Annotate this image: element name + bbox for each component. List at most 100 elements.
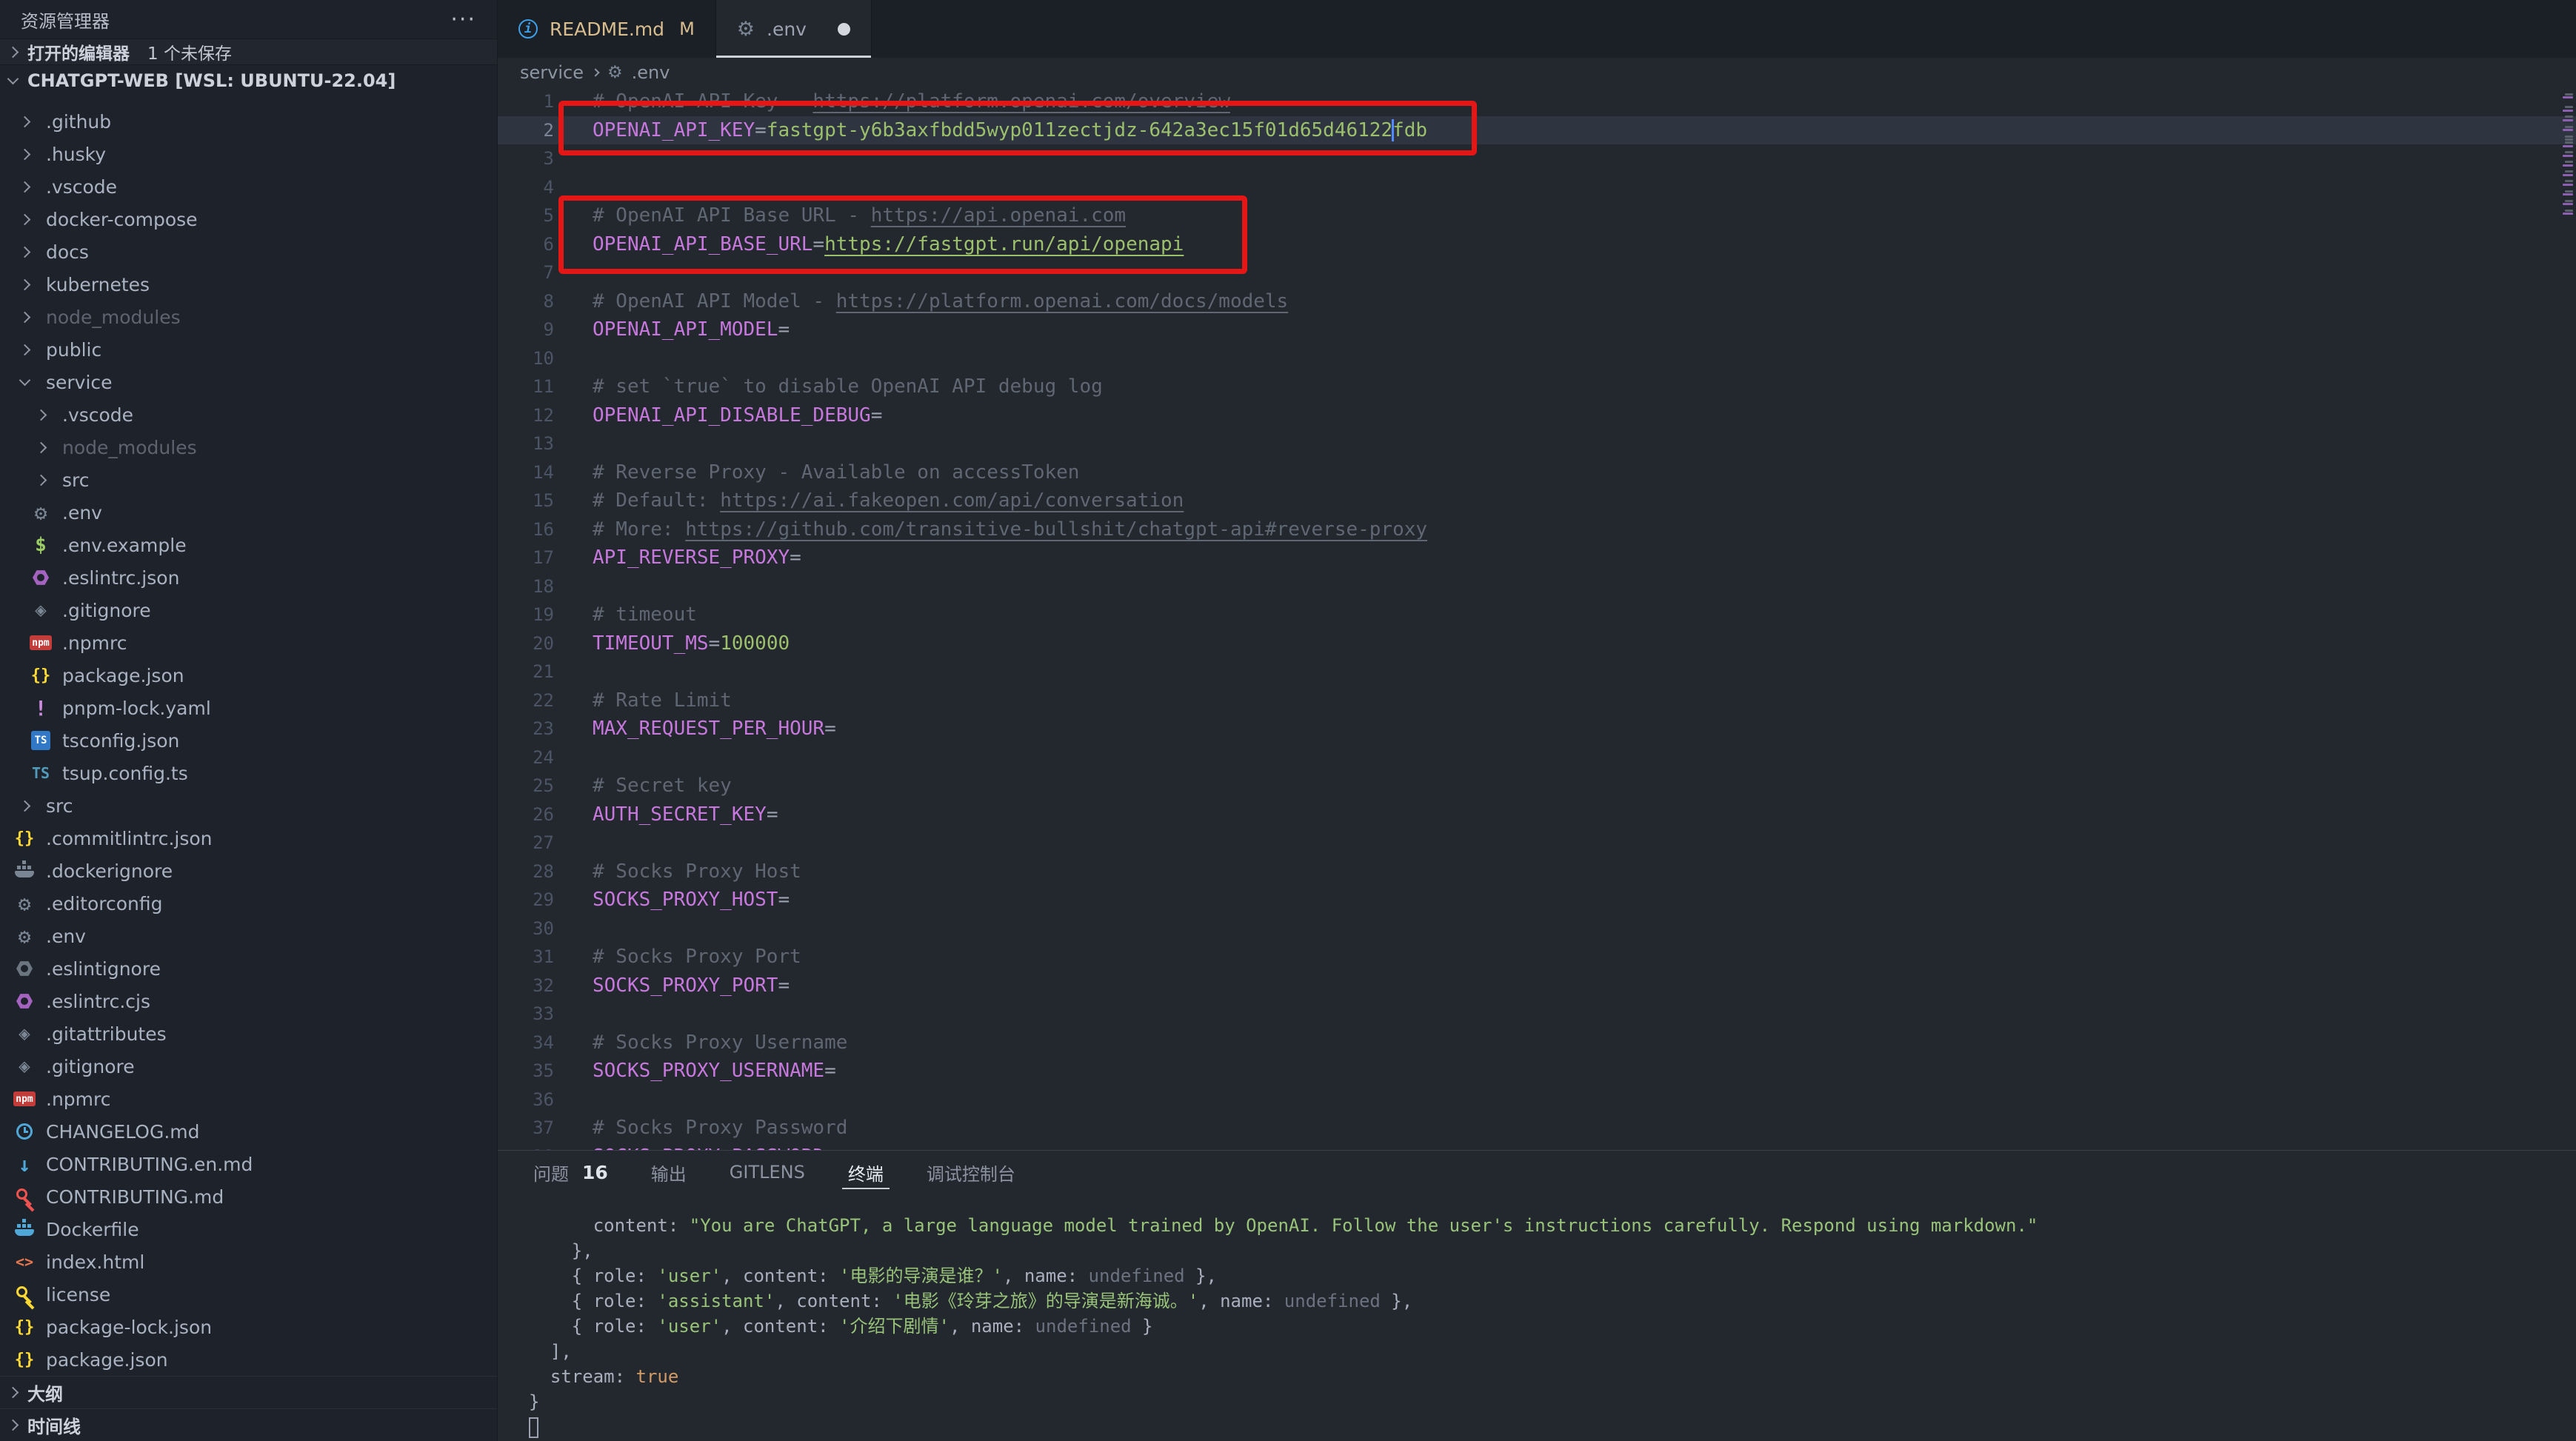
tree-item-CONTRIBUTING.md[interactable]: CONTRIBUTING.md [0,1180,497,1213]
tree-item-Dockerfile[interactable]: Dockerfile [0,1213,497,1246]
tree-item-public[interactable]: public [0,333,497,366]
project-section-header[interactable]: CHATGPT-WEB [WSL: UBUNTU-22.04] [0,65,497,96]
tree-item-docker-compose[interactable]: docker-compose [0,203,497,235]
unsaved-dot-icon[interactable] [838,23,850,36]
breadcrumb-folder[interactable]: service [520,62,584,83]
tree-item-license[interactable]: license [0,1278,497,1311]
tree-item-marker [13,960,36,977]
tree-item-.npmrc[interactable]: .npmrc [0,626,497,659]
editor-line-7[interactable]: 7 [498,258,2576,287]
editor-line-2[interactable]: 2OPENAI_API_KEY=fastgpt-y6b3axfbdd5wyp01… [498,116,2576,145]
tree-item-tsup.config.ts[interactable]: tsup.config.ts [0,757,497,789]
tree-item-service[interactable]: service [0,366,497,398]
editor-line-10[interactable]: 10 [498,344,2576,373]
panel-tab-终端[interactable]: 终端 [848,1151,884,1194]
tree-item-.npmrc[interactable]: .npmrc [0,1083,497,1115]
editor-line-19[interactable]: 19# timeout [498,601,2576,629]
editor-line-14[interactable]: 14# Reverse Proxy - Available on accessT… [498,458,2576,487]
minimap[interactable] [2563,87,2576,1150]
tree-item-.editorconfig[interactable]: .editorconfig [0,887,497,920]
tree-item-src[interactable]: src [0,464,497,496]
tree-item-.eslintignore[interactable]: .eslintignore [0,952,497,985]
code-text [554,572,593,601]
editor-line-37[interactable]: 37# Socks Proxy Password [498,1114,2576,1143]
tree-item-marker [30,444,52,452]
sidebar-section-大纲[interactable]: 大纲 [0,1376,497,1408]
editor-line-26[interactable]: 26AUTH_SECRET_KEY= [498,800,2576,829]
tree-item-src[interactable]: src [0,789,497,822]
editor-line-5[interactable]: 5# OpenAI API Base URL - https://api.ope… [498,201,2576,230]
tree-item-.env[interactable]: .env [0,920,497,952]
tree-item-CONTRIBUTING.en.md[interactable]: CONTRIBUTING.en.md [0,1148,497,1180]
more-actions-icon[interactable]: ··· [450,7,476,33]
tree-item-package-lock.json[interactable]: package-lock.json [0,1311,497,1343]
editor-line-27[interactable]: 27 [498,829,2576,857]
editor-line-38[interactable]: 38SOCKS_PROXY_PASSWORD= [498,1143,2576,1151]
tree-item-.husky[interactable]: .husky [0,138,497,170]
tree-item-docs[interactable]: docs [0,235,497,268]
tree-item-.env[interactable]: .env [0,496,497,529]
editor-line-1[interactable]: 1# OpenAI API Key - https://platform.ope… [498,87,2576,116]
tree-item-.dockerignore[interactable]: .dockerignore [0,855,497,887]
editor-line-20[interactable]: 20TIMEOUT_MS=100000 [498,629,2576,658]
tree-item-.env.example[interactable]: .env.example [0,529,497,561]
editor-line-36[interactable]: 36 [498,1086,2576,1114]
editor-line-13[interactable]: 13 [498,429,2576,458]
tree-item-node_modules[interactable]: node_modules [0,431,497,464]
editor-line-25[interactable]: 25# Secret key [498,772,2576,800]
editor-line-18[interactable]: 18 [498,572,2576,601]
editor-line-28[interactable]: 28# Socks Proxy Host [498,857,2576,886]
panel-tab-输出[interactable]: 输出 [651,1151,687,1194]
terminal-output[interactable]: content: "You are ChatGPT, a large langu… [498,1194,2576,1441]
tree-item-tsconfig.json[interactable]: tsconfig.json [0,724,497,757]
editor-line-16[interactable]: 16# More: https://github.com/transitive-… [498,515,2576,544]
editor-line-9[interactable]: 9OPENAI_API_MODEL= [498,315,2576,344]
editor-line-31[interactable]: 31# Socks Proxy Port [498,943,2576,972]
tree-item-.github[interactable]: .github [0,105,497,138]
editor-line-3[interactable]: 3 [498,144,2576,173]
sidebar-section-时间线[interactable]: 时间线 [0,1408,497,1441]
open-editors-section[interactable]: 打开的编辑器 1 个未保存 [0,39,497,65]
tree-item-.eslintrc.json[interactable]: .eslintrc.json [0,561,497,594]
editor-line-30[interactable]: 30 [498,915,2576,943]
editor-line-21[interactable]: 21 [498,658,2576,686]
editor-line-33[interactable]: 33 [498,1000,2576,1029]
tree-item-.vscode[interactable]: .vscode [0,398,497,431]
editor-line-15[interactable]: 15# Default: https://ai.fakeopen.com/api… [498,487,2576,515]
tree-item-.gitignore[interactable]: .gitignore [0,1050,497,1083]
editor-line-23[interactable]: 23MAX_REQUEST_PER_HOUR= [498,715,2576,743]
code-editor[interactable]: 1# OpenAI API Key - https://platform.ope… [498,87,2576,1150]
file-tree: .github.husky.vscodedocker-composedocsku… [0,96,497,1376]
tree-item-.eslintrc.cjs[interactable]: .eslintrc.cjs [0,985,497,1017]
editor-line-29[interactable]: 29SOCKS_PROXY_HOST= [498,886,2576,915]
tree-item-.commitlintrc.json[interactable]: .commitlintrc.json [0,822,497,855]
tab-readme[interactable]: README.md M [498,0,716,58]
editor-line-24[interactable]: 24 [498,743,2576,772]
tree-item-.gitignore[interactable]: .gitignore [0,594,497,626]
editor-line-11[interactable]: 11# set `true` to disable OpenAI API deb… [498,372,2576,401]
tree-item-.gitattributes[interactable]: .gitattributes [0,1017,497,1050]
editor-line-4[interactable]: 4 [498,173,2576,202]
editor-line-8[interactable]: 8# OpenAI API Model - https://platform.o… [498,287,2576,316]
tree-item-node_modules[interactable]: node_modules [0,301,497,333]
panel-tab-GITLENS[interactable]: GITLENS [730,1151,805,1194]
panel-tab-问题[interactable]: 问题16 [533,1151,608,1194]
tree-item-package.json[interactable]: package.json [0,659,497,692]
tree-item-.vscode[interactable]: .vscode [0,170,497,203]
tab-env[interactable]: ⚙ .env [716,0,872,58]
editor-line-12[interactable]: 12OPENAI_API_DISABLE_DEBUG= [498,401,2576,430]
breadcrumb-file[interactable]: .env [632,62,670,83]
tree-item-package.json[interactable]: package.json [0,1343,497,1376]
editor-line-35[interactable]: 35SOCKS_PROXY_USERNAME= [498,1057,2576,1086]
editor-line-32[interactable]: 32SOCKS_PROXY_PORT= [498,972,2576,1000]
code-token: # Rate Limit [593,689,732,712]
tree-item-kubernetes[interactable]: kubernetes [0,268,497,301]
editor-line-22[interactable]: 22# Rate Limit [498,686,2576,715]
editor-line-34[interactable]: 34# Socks Proxy Username [498,1029,2576,1057]
editor-line-6[interactable]: 6OPENAI_API_BASE_URL=https://fastgpt.run… [498,230,2576,259]
tree-item-CHANGELOG.md[interactable]: CHANGELOG.md [0,1115,497,1148]
panel-tab-调试控制台[interactable]: 调试控制台 [927,1151,1015,1194]
editor-line-17[interactable]: 17API_REVERSE_PROXY= [498,544,2576,572]
tree-item-index.html[interactable]: index.html [0,1246,497,1278]
tree-item-pnpm-lock.yaml[interactable]: pnpm-lock.yaml [0,692,497,724]
